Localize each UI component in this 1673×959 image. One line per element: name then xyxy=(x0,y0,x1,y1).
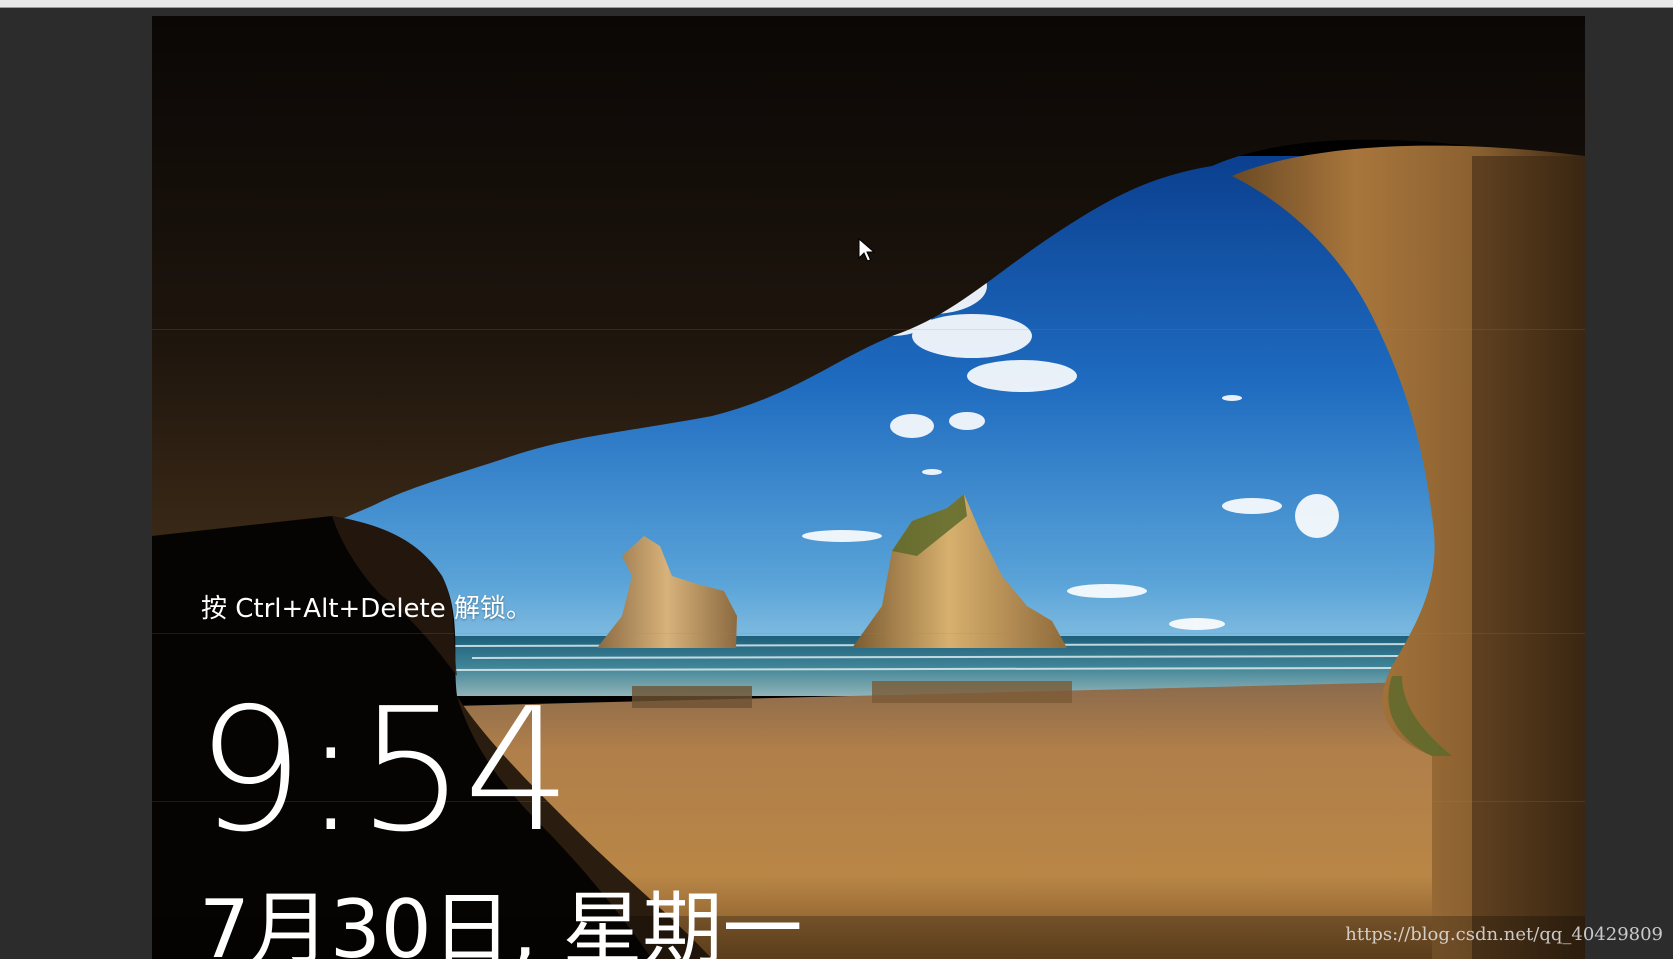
unlock-hint-text: 按 Ctrl+Alt+Delete 解锁。 xyxy=(201,594,532,624)
scanline xyxy=(152,329,1585,330)
viewer-top-bar xyxy=(0,0,1673,8)
lock-screen[interactable]: 按 Ctrl+Alt+Delete 解锁。 9:54 7月30日, 星期一 xyxy=(152,16,1585,959)
mouse-pointer-icon xyxy=(858,238,876,262)
clock-date: 7月30日, 星期一 xyxy=(199,883,803,959)
clock-time: 9:54 xyxy=(196,672,572,870)
watermark-text: https://blog.csdn.net/qq_40429809 xyxy=(1345,924,1663,945)
scanline xyxy=(152,633,1585,634)
screenshot-root: 按 Ctrl+Alt+Delete 解锁。 9:54 7月30日, 星期一 ht… xyxy=(0,0,1673,959)
